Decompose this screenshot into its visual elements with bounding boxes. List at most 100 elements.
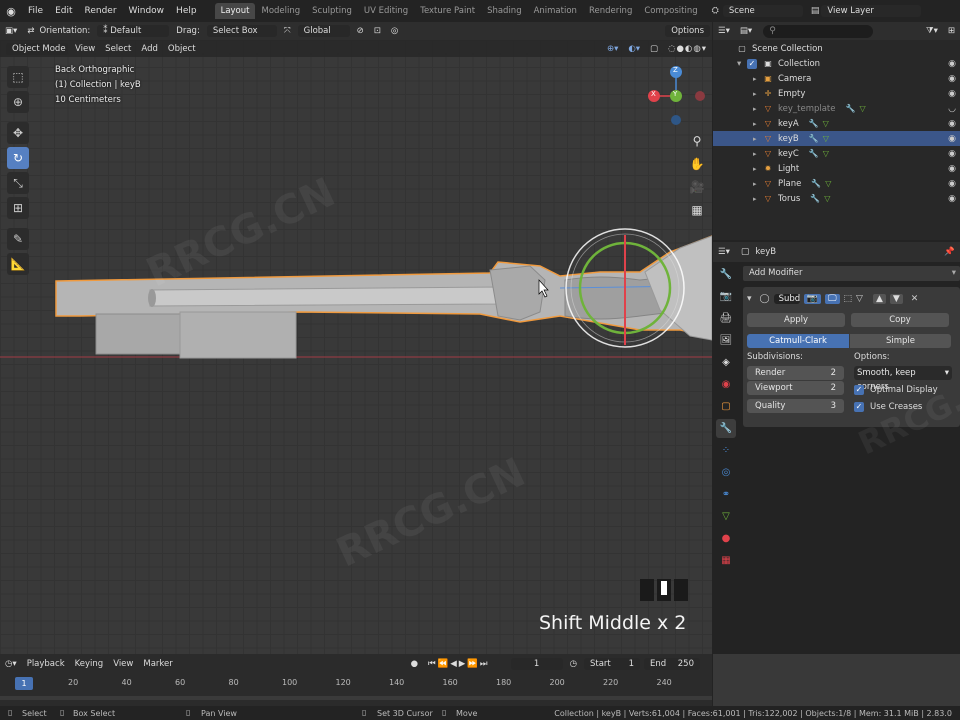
current-frame-field[interactable]: 1 — [510, 658, 563, 670]
outliner-item-light[interactable]: ▸ ✹ Light ◉ — [713, 161, 960, 176]
zoom-icon[interactable]: ⚲ — [688, 130, 706, 153]
menu-add[interactable]: Add — [136, 43, 162, 55]
menu-window[interactable]: Window — [123, 6, 171, 16]
expand-icon[interactable]: ▾ — [737, 59, 747, 69]
timeline-menu-view[interactable]: View — [108, 658, 138, 670]
timeline-menu-marker[interactable]: Marker — [138, 658, 177, 670]
camera-view-icon[interactable]: 🎥 — [688, 176, 706, 199]
transform-tool-icon[interactable]: ⊞ — [7, 197, 29, 219]
object-tab-icon[interactable]: ▢ — [716, 397, 736, 416]
show-editmode-icon[interactable]: ⬚ — [844, 294, 853, 304]
tab-rendering[interactable]: Rendering — [583, 3, 638, 19]
expand-icon[interactable]: ▸ — [753, 75, 763, 83]
blender-logo-icon[interactable]: ◉ — [0, 5, 22, 18]
menu-view[interactable]: View — [70, 43, 100, 55]
outliner-item-camera[interactable]: ▸ ▣ Camera ◉ — [713, 71, 960, 86]
mode-dropdown[interactable]: Object Mode — [6, 42, 68, 55]
tab-modeling[interactable]: Modeling — [255, 3, 306, 19]
outliner-item-keyb[interactable]: ▸ ▽ keyB 🔧 ▽ ◉ — [713, 131, 960, 146]
data-tab-icon[interactable]: ▽ — [716, 507, 736, 526]
menu-select[interactable]: Select — [100, 43, 136, 55]
outliner-item-empty[interactable]: ▸ ✛ Empty ◉ — [713, 86, 960, 101]
physics-tab-icon[interactable]: ◎ — [716, 463, 736, 482]
add-modifier-dropdown[interactable]: Add Modifier ▾ — [743, 266, 960, 281]
world-tab-icon[interactable]: ◉ — [716, 375, 736, 394]
pivot-icon[interactable]: ⊘ — [352, 25, 369, 37]
expand-icon[interactable]: ▸ — [753, 120, 763, 128]
move-up-icon[interactable]: ▲ — [872, 294, 886, 304]
timeline-scrollbar[interactable] — [0, 696, 712, 700]
menu-edit[interactable]: Edit — [49, 6, 78, 16]
timeline-menu-keying[interactable]: Keying — [70, 658, 109, 670]
output-tab-icon[interactable]: 🖨 — [716, 309, 736, 328]
tab-compositing[interactable]: Compositing — [638, 3, 703, 19]
eye-icon[interactable]: ◉ — [948, 149, 956, 159]
collection-checkbox[interactable]: ✓ — [747, 58, 757, 69]
shading-mode-icons[interactable]: ◌●◐◍▾ — [663, 43, 712, 55]
annotate-tool-icon[interactable]: ✎ — [7, 228, 29, 250]
properties-editor-icon[interactable]: ☰▾ — [713, 246, 735, 258]
eye-icon[interactable]: ◉ — [948, 59, 956, 69]
view-layer-selector[interactable]: View Layer — [821, 5, 922, 17]
tab-sculpting[interactable]: Sculpting — [306, 3, 358, 19]
view-layer-tab-icon[interactable]: 🖼 — [716, 331, 736, 350]
outliner-item-keya[interactable]: ▸ ▽ keyA 🔧 ▽ ◉ — [713, 116, 960, 131]
render-tab-icon[interactable]: 📷 — [716, 287, 736, 306]
start-frame-field[interactable]: Start 1 — [584, 658, 640, 670]
menu-file[interactable]: File — [22, 6, 49, 16]
particles-tab-icon[interactable]: ⁘ — [716, 441, 736, 460]
show-viewport-icon[interactable]: 🖵 — [824, 294, 840, 304]
show-render-icon[interactable]: 📷 — [803, 294, 821, 304]
measure-tool-icon[interactable]: 📐 — [7, 253, 29, 275]
eye-icon[interactable]: ◡ — [948, 104, 956, 114]
tab-layout[interactable]: Layout — [214, 3, 256, 19]
modifier-tab-icon[interactable]: 🔧 — [716, 419, 736, 438]
xray-icon[interactable]: ▢ — [645, 43, 663, 55]
editor-type-icon[interactable]: ▣▾ — [0, 25, 22, 37]
tab-shading[interactable]: Shading — [481, 3, 528, 19]
tab-uv-editing[interactable]: UV Editing — [358, 3, 414, 19]
expand-icon[interactable]: ▸ — [753, 90, 763, 98]
display-mode-icon[interactable]: ▤▾ — [735, 25, 757, 37]
eye-icon[interactable]: ◉ — [948, 89, 956, 99]
new-collection-icon[interactable]: ⊞ — [943, 25, 960, 37]
outliner-editor-icon[interactable]: ☰▾ — [713, 25, 735, 37]
timeline-ruler[interactable]: 1 20 40 60 80 100 120 140 160 180 200 220 240 — [0, 674, 712, 706]
playback-controls-icon[interactable]: ⏮⏪◀▶⏩⏭ — [423, 658, 495, 670]
eye-icon[interactable]: ◉ — [948, 119, 956, 129]
outliner-item-key-template[interactable]: ▸ ▽ key_template 🔧 ▽ ◡ — [713, 101, 960, 116]
timeline-menu-playback[interactable]: Playback — [22, 658, 70, 670]
viewport-levels-field[interactable]: Viewport 2 — [747, 381, 844, 395]
outliner-search-input[interactable]: ⚲ — [763, 24, 874, 38]
proportional-edit-icon[interactable]: ◎ — [386, 25, 403, 37]
menu-object[interactable]: Object — [163, 43, 201, 55]
simple-button[interactable]: Simple — [850, 334, 951, 348]
preview-range-icon[interactable]: ◷ — [565, 658, 582, 670]
eye-icon[interactable]: ◉ — [948, 194, 956, 204]
ortho-grid-icon[interactable]: ▦ — [688, 199, 706, 222]
quality-field[interactable]: Quality 3 — [747, 399, 844, 413]
eye-icon[interactable]: ◉ — [948, 74, 956, 84]
move-down-icon[interactable]: ▼ — [889, 294, 903, 304]
menu-render[interactable]: Render — [79, 6, 123, 16]
outliner-item-keyc[interactable]: ▸ ▽ keyC 🔧 ▽ ◉ — [713, 146, 960, 161]
menu-help[interactable]: Help — [170, 6, 203, 16]
uv-smooth-dropdown[interactable]: Smooth, keep corners ▾ — [854, 366, 952, 392]
remove-modifier-icon[interactable]: ✕ — [911, 294, 919, 304]
modifier-name-field[interactable]: Subd — [773, 294, 800, 304]
render-levels-field[interactable]: Render 2 — [747, 366, 844, 380]
expand-icon[interactable]: ▸ — [753, 135, 763, 143]
drag-dropdown[interactable]: Select Box — [206, 25, 277, 37]
use-creases-checkbox[interactable]: ✓ Use Creases — [854, 399, 952, 414]
eye-icon[interactable]: ◉ — [948, 179, 956, 189]
catmull-clark-button[interactable]: Catmull-Clark — [747, 334, 849, 348]
tab-animation[interactable]: Animation — [528, 3, 583, 19]
pin-icon[interactable]: 📌 — [939, 246, 960, 258]
gizmo-toggle-icon[interactable]: ⊕▾ — [602, 43, 623, 55]
options-dropdown[interactable]: Options — [665, 25, 710, 37]
navigation-gizmo[interactable]: Z X Y — [640, 64, 710, 128]
expand-icon[interactable]: ▸ — [753, 150, 763, 158]
expand-icon[interactable]: ▸ — [753, 180, 763, 188]
scene-collection-row[interactable]: ▢ Scene Collection — [713, 41, 960, 56]
collection-row[interactable]: ▾ ✓ ▣ Collection ◉ — [713, 56, 960, 71]
